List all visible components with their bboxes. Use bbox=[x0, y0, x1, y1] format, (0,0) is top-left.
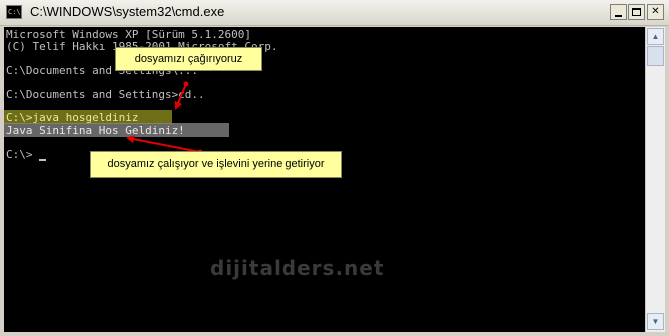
callout-file-running: dosyamız çalışıyor ve işlevini yerine ge… bbox=[90, 151, 342, 178]
arrow-to-output bbox=[126, 135, 201, 153]
arrow-to-command bbox=[174, 83, 187, 110]
arrow-origin-dot bbox=[183, 81, 189, 87]
callout-calling-file: dosyamızı çağırıyoruz bbox=[115, 47, 262, 71]
cmd-window: C:\ C:\WINDOWS\system32\cmd.exe ✕ Micros… bbox=[0, 0, 669, 336]
